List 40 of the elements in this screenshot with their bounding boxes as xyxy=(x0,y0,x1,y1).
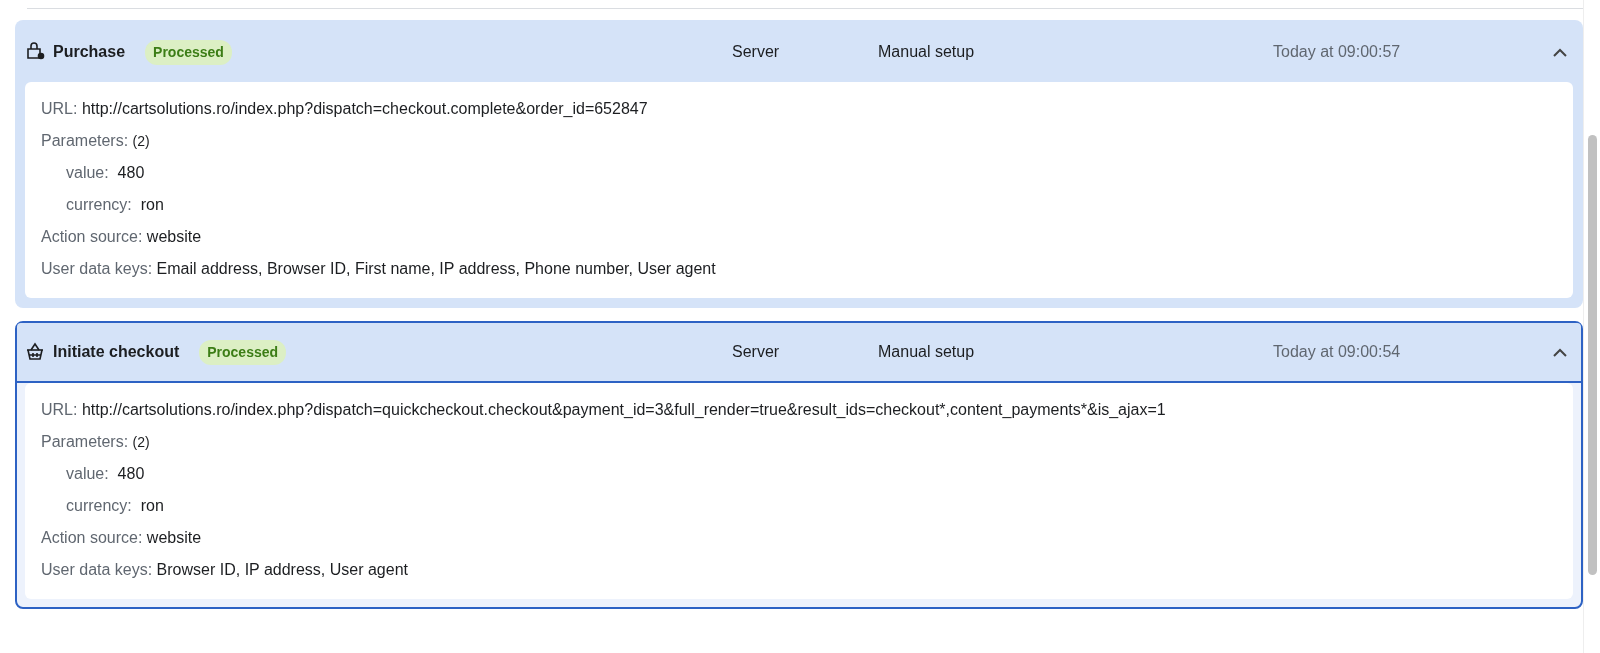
parameter-key: currency: xyxy=(66,196,132,213)
field-value: (2) xyxy=(132,133,150,149)
parameter-value: ron xyxy=(140,196,164,213)
basket-icon xyxy=(25,342,45,362)
field-label: URL: xyxy=(41,100,78,117)
field-value: (2) xyxy=(132,434,150,450)
event-source: Server xyxy=(732,42,781,62)
event-time: Today at 09:00:54 xyxy=(1273,342,1402,362)
status-badge: Processed xyxy=(199,339,287,365)
chevron-up-icon[interactable] xyxy=(1553,47,1567,57)
field-value: website xyxy=(146,529,202,546)
field-value: http://cartsolutions.ro/index.php?dispatch=checkout.complete&order_id=652847 xyxy=(81,100,648,117)
event-time: Today at 09:00:57 xyxy=(1273,42,1402,62)
parameter-key: value: xyxy=(66,465,109,482)
event-name: Purchase xyxy=(53,42,127,62)
field-label: Parameters: xyxy=(41,433,129,450)
event-panel[interactable] xyxy=(15,321,1583,609)
field-value: http://cartsolutions.ro/index.php?dispatch=quickcheckout.checkout&payment_id=3&full_render=true&result_ids=checkout*,content_payments*&is_ajax=1 xyxy=(81,401,1166,418)
field-label: User data keys: xyxy=(41,260,153,277)
setup-method: Manual setup xyxy=(878,342,976,362)
scrollbar[interactable] xyxy=(1583,0,1600,653)
field-label: User data keys: xyxy=(41,561,153,578)
parameter-key: currency: xyxy=(66,497,132,514)
shopping-bag-icon xyxy=(25,42,45,62)
field-label: Parameters: xyxy=(41,132,129,149)
parameter-value: 480 xyxy=(117,164,145,181)
event-name: Initiate checkout xyxy=(53,342,181,362)
field-value: website xyxy=(146,228,202,245)
parameter-value: 480 xyxy=(117,465,145,482)
parameter-value: ron xyxy=(140,497,164,514)
field-label: Action source: xyxy=(41,529,143,546)
event-source: Server xyxy=(732,342,781,362)
status-badge: Processed xyxy=(145,39,232,65)
field-label: URL: xyxy=(41,401,78,418)
field-value: Browser ID, IP address, User agent xyxy=(156,561,408,578)
parameter-key: value: xyxy=(66,164,109,181)
field-label: Action source: xyxy=(41,228,143,245)
field-value: Email address, Browser ID, First name, IP address, Phone number, User agent xyxy=(156,260,716,277)
setup-method: Manual setup xyxy=(878,42,976,62)
chevron-up-icon[interactable] xyxy=(1553,347,1567,357)
